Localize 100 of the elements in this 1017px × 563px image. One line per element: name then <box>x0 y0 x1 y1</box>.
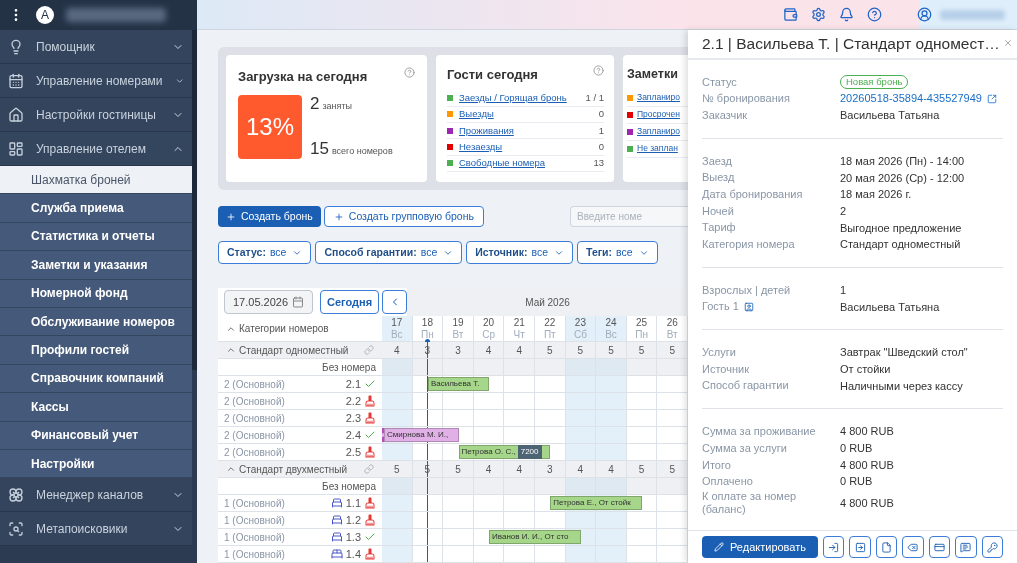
action-button[interactable] <box>849 536 871 558</box>
sidebar-item[interactable]: Заметки и указания <box>0 251 192 280</box>
room-type: 1 (Основной) <box>224 530 286 545</box>
bell-icon[interactable] <box>839 7 854 22</box>
filter-dropdown[interactable]: Источник: все <box>466 241 573 264</box>
sidebar-item[interactable]: Справочник компаний <box>0 364 192 394</box>
sidebar-group[interactable]: Управление отелем <box>0 132 192 166</box>
calendar-icon <box>8 72 24 89</box>
day-header: 17 Вс <box>382 316 413 341</box>
sidebar-group[interactable]: Менеджер каналов <box>0 478 192 513</box>
today-button[interactable]: Сегодня <box>320 290 380 314</box>
chevron-up-icon[interactable] <box>226 464 236 474</box>
sidebar-item[interactable]: Кассы <box>0 393 192 422</box>
booking-bar[interactable]: Иванов И. И., От сто <box>489 530 581 544</box>
action-button[interactable] <box>875 536 898 558</box>
wallet-icon[interactable] <box>783 7 798 22</box>
room-type: 2 (Основной) <box>224 411 286 426</box>
room-number: 1.4 <box>345 546 361 562</box>
help-icon[interactable] <box>867 7 882 22</box>
sidebar-item[interactable]: Профили гостей <box>0 336 192 365</box>
note-link[interactable]: Просрочен <box>637 108 680 122</box>
availability-count: 5 <box>596 342 627 358</box>
previous-button[interactable] <box>382 290 407 314</box>
action-button[interactable] <box>955 536 977 558</box>
action-button[interactable] <box>981 536 1003 558</box>
card-title: Гости сегодня <box>447 66 538 84</box>
price-tag: 7200 <box>517 445 542 459</box>
room-number: 1.2 <box>345 512 361 528</box>
field-value: 20 мая 2026 (Ср) - 12:00 <box>840 170 965 186</box>
guest-stat-count: 13 <box>593 156 604 171</box>
message-icon <box>960 541 972 553</box>
guest-stat-link[interactable]: Заезды / Горящая бронь <box>459 91 586 106</box>
edit-button[interactable]: Редактировать <box>702 536 818 558</box>
close-icon[interactable] <box>1003 38 1013 48</box>
timeline-row[interactable]: Петрова О. С., 7200 <box>382 444 688 460</box>
guest-stat-count: 0 <box>598 107 604 122</box>
availability-count: 4 <box>504 461 535 477</box>
availability-count: 4 <box>473 342 505 358</box>
sidebar-group-label: Метапоисковики <box>36 520 129 538</box>
sidebar-group[interactable]: Управление номерами <box>0 64 192 98</box>
scrollbar[interactable] <box>192 30 197 370</box>
sidebar-item[interactable]: Служба приема <box>0 194 192 223</box>
sidebar-group[interactable]: Метапоисковики <box>0 512 192 547</box>
create-group-booking-button[interactable]: Создать групповую бронь <box>323 206 484 227</box>
create-booking-button[interactable]: Создать бронь <box>218 206 321 227</box>
availability-count: 5 <box>382 461 413 477</box>
booking-bar[interactable]: Петрова Е., От стойк <box>550 496 643 510</box>
card-icon <box>933 541 945 553</box>
guest-card-icon[interactable] <box>743 301 754 312</box>
note-link[interactable]: Запланиро <box>637 91 681 105</box>
sidebar-item[interactable]: Номерной фонд <box>0 279 192 308</box>
action-button[interactable] <box>928 536 951 558</box>
sidebar-item[interactable]: Настройки <box>0 449 192 479</box>
booking-bar[interactable]: Васильева Т. <box>427 377 490 391</box>
external-link-icon[interactable] <box>986 93 997 104</box>
note-link[interactable]: Запланиро <box>637 125 681 139</box>
sidebar-item[interactable]: Обслуживание номеров <box>0 307 192 337</box>
timeline-row[interactable]: Васильева Т. <box>382 376 688 392</box>
timeline-row[interactable]: Петрова Е., От стойк <box>382 495 688 511</box>
filter-dropdown[interactable]: Способ гарантии: все <box>315 241 463 264</box>
field-value: Васильева Татьяна <box>840 108 940 124</box>
avatar[interactable]: A <box>36 6 54 24</box>
action-button[interactable] <box>823 536 845 558</box>
help-icon[interactable] <box>593 65 604 76</box>
sidebar-item[interactable]: Шахматка броней <box>0 166 192 195</box>
occupied-label: заняты <box>322 99 353 113</box>
sidebar-group-label: Помощник <box>36 38 96 56</box>
field-label: Сумма за услуги <box>702 441 787 455</box>
booking-bar[interactable]: Смирнова М. И., <box>382 428 459 442</box>
booking-bar[interactable]: Петрова О. С., 7200 <box>458 445 551 459</box>
settings-icon[interactable] <box>811 7 826 22</box>
house-icon <box>8 106 24 123</box>
note-link[interactable]: Не заплан <box>637 142 678 156</box>
flower-icon <box>8 486 24 503</box>
date-field[interactable]: 17.05.2026 <box>224 290 313 314</box>
availability-count: 5 <box>443 461 474 477</box>
field-label: Тариф <box>702 221 736 235</box>
action-button[interactable] <box>902 536 924 558</box>
filter-dropdown[interactable]: Теги: все <box>577 241 658 264</box>
guest-stat-link[interactable]: Проживания <box>459 123 599 138</box>
booking-number-link[interactable]: 20260518-35894-435527949 <box>840 90 982 107</box>
sidebar-item[interactable]: Статистика и отчеты <box>0 222 192 252</box>
room-type: 1 (Основной) <box>224 496 286 511</box>
timeline-row[interactable]: Смирнова М. И., <box>382 427 688 443</box>
sidebar-group[interactable]: Помощник <box>0 30 192 64</box>
field-value: 18 мая 2026 г. <box>840 187 912 203</box>
room-type: 1 (Основной) <box>224 547 286 562</box>
guest-stat-link[interactable]: Выезды <box>459 107 599 122</box>
occupancy-percent: 13% <box>238 94 302 159</box>
sidebar-group[interactable]: Настройки гостиницы <box>0 98 192 132</box>
help-icon[interactable] <box>404 67 415 78</box>
guest-stat-link[interactable]: Незаезды <box>459 139 599 155</box>
user-icon[interactable] <box>917 7 932 22</box>
room-number: 1.1 <box>345 495 361 511</box>
filter-dropdown[interactable]: Статус: все <box>218 241 312 264</box>
guest-stat-link[interactable]: Свободные номера <box>459 156 594 171</box>
sidebar-item[interactable]: Финансовый учет <box>0 421 192 450</box>
timeline-row[interactable]: Иванов И. И., От сто <box>382 529 688 545</box>
field-label: Заказчик <box>702 108 748 122</box>
chevron-up-icon[interactable] <box>226 345 236 355</box>
